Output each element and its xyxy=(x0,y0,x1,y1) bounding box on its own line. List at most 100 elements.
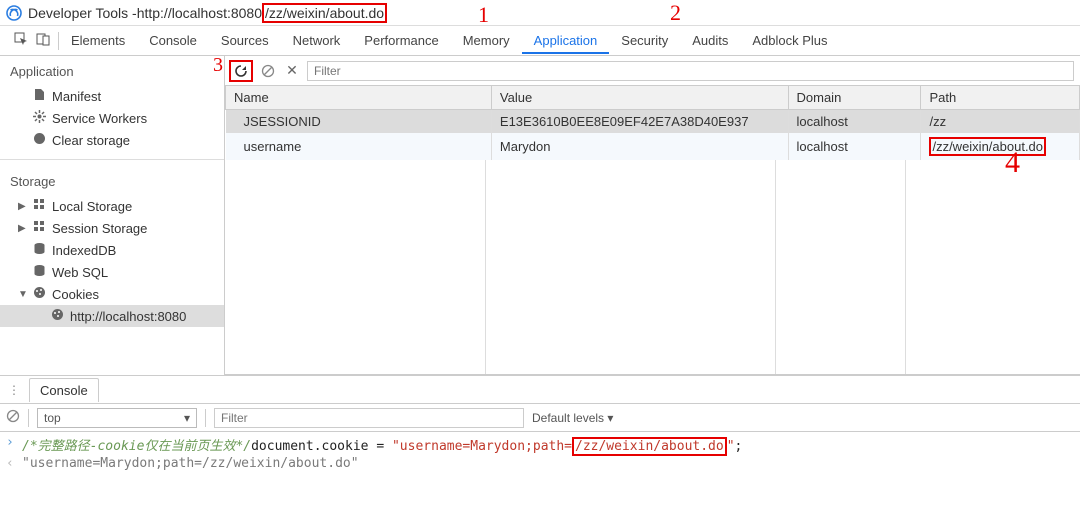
drawer-tab-console[interactable]: Console xyxy=(29,378,99,402)
inspect-icon[interactable] xyxy=(14,32,28,49)
cookies-table: NameValueDomainPath JSESSIONIDE13E3610B0… xyxy=(225,86,1080,160)
devtools-icon xyxy=(6,5,22,21)
block-icon[interactable] xyxy=(6,409,20,426)
console-output-line: ‹ "username=Marydon;path=/zz/weixin/abou… xyxy=(0,455,1080,472)
panel-tab-memory[interactable]: Memory xyxy=(451,27,522,54)
drawer-tabs: ⋮ Console xyxy=(0,376,1080,404)
console-comment: /*完整路径-cookie仅在当前页生效*/ xyxy=(22,439,251,454)
console-output: › /*完整路径-cookie仅在当前页生效*/document.cookie … xyxy=(0,432,1080,474)
cookie-cell-name: JSESSIONID xyxy=(226,110,492,134)
gear-icon xyxy=(32,110,46,126)
cookie-cell-value: E13E3610B0EE8E09EF42E7A38D40E937 xyxy=(491,110,788,134)
console-string: " xyxy=(727,439,735,454)
sidebar-item-label: IndexedDB xyxy=(52,243,116,258)
console-code: document.cookie = xyxy=(251,439,392,454)
block-icon[interactable] xyxy=(259,62,277,80)
application-sidebar: Application Manifest Service Workers Clear… xyxy=(0,56,225,375)
cookies-table-fill xyxy=(225,160,1080,375)
panel-tab-network[interactable]: Network xyxy=(281,27,353,54)
cookies-pane: ✕ 3 NameValueDomainPath JSESSIONIDE13E36… xyxy=(225,56,1080,375)
refresh-icon[interactable] xyxy=(232,62,250,80)
sidebar-item-indexeddb[interactable]: IndexedDB xyxy=(0,239,224,261)
console-toolbar: top ▾ Default levels ▾ 2 xyxy=(0,404,1080,432)
console-code: ; xyxy=(735,439,743,454)
file-icon xyxy=(32,88,46,104)
column-header-path[interactable]: Path xyxy=(921,86,1080,110)
cookie-cell-path: /zz xyxy=(921,110,1080,134)
sidebar-item-web-sql[interactable]: Web SQL xyxy=(0,261,224,283)
sidebar-item-label: Clear storage xyxy=(52,133,130,148)
column-header-value[interactable]: Value xyxy=(491,86,788,110)
sidebar-item-clear-storage[interactable]: Clear storage xyxy=(0,129,224,151)
console-string: "username=Marydon;path= xyxy=(392,439,572,454)
drawer-menu-icon[interactable]: ⋮ xyxy=(4,383,25,397)
sidebar-section-application: Application xyxy=(0,56,224,83)
device-toggle-icon[interactable] xyxy=(36,32,50,49)
separator xyxy=(28,409,29,427)
window-title-prefix: Developer Tools - xyxy=(28,5,137,21)
cookie-row[interactable]: JSESSIONIDE13E3610B0EE8E09EF42E7A38D40E9… xyxy=(226,110,1080,134)
panel-tab-application[interactable]: Application xyxy=(522,27,610,54)
sidebar-item-manifest[interactable]: Manifest xyxy=(0,85,224,107)
twisty-icon: ▶ xyxy=(18,223,26,234)
window-title-url: http://localhost:8080 xyxy=(137,5,262,21)
sidebar-item-cookies[interactable]: ▼ Cookies xyxy=(0,283,224,305)
separator xyxy=(205,409,206,427)
cookie-cell-domain: localhost xyxy=(788,110,921,134)
console-input-caret-icon: › xyxy=(6,435,16,450)
clear-icon xyxy=(32,132,46,148)
console-output-caret-icon: ‹ xyxy=(6,456,16,471)
panel-tab-elements[interactable]: Elements xyxy=(59,27,137,54)
cookie-cell-value: Marydon xyxy=(491,133,788,160)
cookie-icon xyxy=(50,308,64,324)
console-levels-select[interactable]: Default levels ▾ xyxy=(532,411,613,425)
db-icon xyxy=(32,264,46,280)
sidebar-item-session-storage[interactable]: ▶ Session Storage xyxy=(0,217,224,239)
window-title-url-highlight: /zz/weixin/about.do xyxy=(262,3,387,23)
sidebar-section-storage: Storage xyxy=(0,166,224,193)
chevron-down-icon: ▾ xyxy=(184,411,190,425)
grid-icon xyxy=(32,220,46,236)
twisty-icon: ▼ xyxy=(18,289,26,300)
grid-icon xyxy=(32,198,46,214)
sidebar-item-label: Session Storage xyxy=(52,221,147,236)
db-icon xyxy=(32,242,46,258)
column-header-name[interactable]: Name xyxy=(226,86,492,110)
panel-tab-security[interactable]: Security xyxy=(609,27,680,54)
cookie-icon xyxy=(32,286,46,302)
clear-icon[interactable]: ✕ xyxy=(283,62,301,80)
twisty-icon: ▶ xyxy=(18,201,26,212)
sidebar-item-label: Service Workers xyxy=(52,111,147,126)
console-output-value: "username=Marydon;path=/zz/weixin/about.… xyxy=(22,456,359,471)
sidebar-item-label: Web SQL xyxy=(52,265,108,280)
sidebar-item-local-storage[interactable]: ▶ Local Storage xyxy=(0,195,224,217)
column-header-domain[interactable]: Domain xyxy=(788,86,921,110)
panel-tabs: ElementsConsoleSourcesNetworkPerformance… xyxy=(0,26,1080,56)
sidebar-item-label: Manifest xyxy=(52,89,101,104)
window-titlebar: Developer Tools - http://localhost:8080 … xyxy=(0,0,1080,26)
console-context-label: top xyxy=(44,411,61,425)
cookies-toolbar: ✕ 3 xyxy=(225,56,1080,86)
annotation-1: 1 xyxy=(478,2,489,28)
panel-tab-audits[interactable]: Audits xyxy=(680,27,740,54)
sidebar-item-service-workers[interactable]: Service Workers xyxy=(0,107,224,129)
sidebar-divider xyxy=(0,159,224,160)
panel-tab-sources[interactable]: Sources xyxy=(209,27,281,54)
chevron-down-icon: ▾ xyxy=(607,411,613,425)
cookie-cell-path: /zz/weixin/about.do xyxy=(921,133,1080,160)
cookie-row[interactable]: usernameMarydonlocalhost/zz/weixin/about… xyxy=(226,133,1080,160)
panel-tab-console[interactable]: Console xyxy=(137,27,209,54)
sidebar-item-label: http://localhost:8080 xyxy=(70,309,186,324)
sidebar-item-label: Cookies xyxy=(52,287,99,302)
cookie-cell-name: username xyxy=(226,133,492,160)
panel-tab-performance[interactable]: Performance xyxy=(352,27,450,54)
panel-tab-adblock-plus[interactable]: Adblock Plus xyxy=(740,27,839,54)
sidebar-item-label: Local Storage xyxy=(52,199,132,214)
cookie-cell-domain: localhost xyxy=(788,133,921,160)
console-input-line[interactable]: › /*完整路径-cookie仅在当前页生效*/document.cookie … xyxy=(0,434,1080,455)
console-filter-input[interactable] xyxy=(214,408,524,428)
console-string-highlight: /zz/weixin/about.do xyxy=(572,437,727,456)
console-context-select[interactable]: top ▾ xyxy=(37,408,197,428)
sidebar-item-http-localhost-8080[interactable]: http://localhost:8080 xyxy=(0,305,224,327)
cookies-filter-input[interactable] xyxy=(307,61,1074,81)
